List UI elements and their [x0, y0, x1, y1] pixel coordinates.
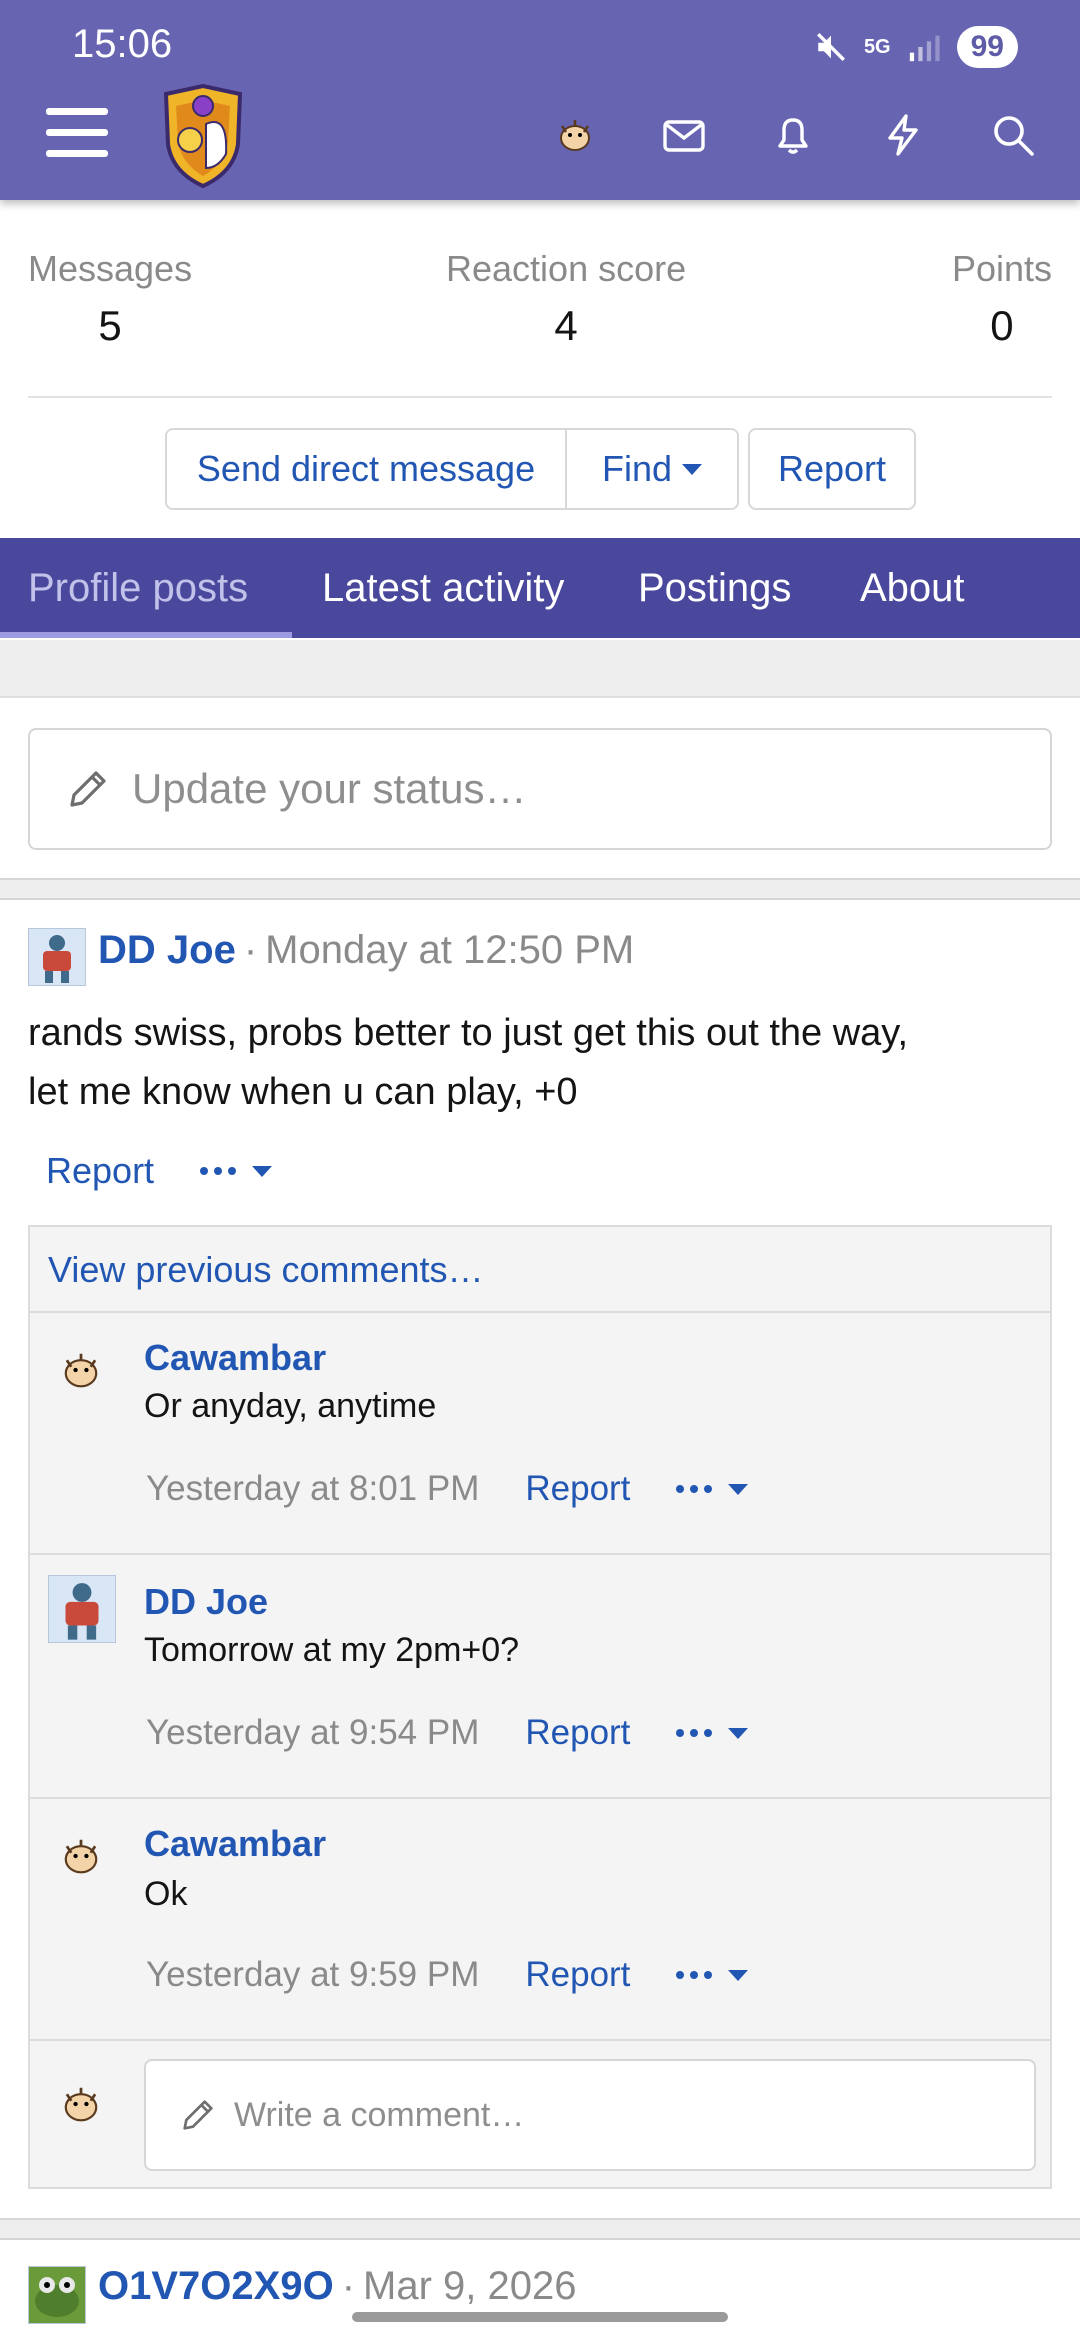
- comment-timestamp[interactable]: Yesterday at 9:54 PM: [146, 1713, 479, 1753]
- post-header: O1V7O2X9O · Mar 9, 2026: [98, 2264, 576, 2309]
- comment-placeholder: Write a comment…: [234, 2095, 525, 2134]
- stat-value: 0: [990, 302, 1014, 349]
- divider: [30, 1797, 1050, 1799]
- cawambar-avatar-icon[interactable]: [56, 1345, 106, 1395]
- comment-text: Or anyday, anytime: [144, 1387, 437, 1425]
- comment-footer: Yesterday at 9:54 PM Report: [146, 1713, 749, 1753]
- pencil-icon: [70, 771, 106, 807]
- post-actions: Report: [46, 1150, 273, 1192]
- section-spacer: [0, 640, 1080, 698]
- pencil-icon: [183, 2100, 213, 2130]
- find-label: Find: [601, 448, 673, 489]
- divider: [30, 1553, 1050, 1555]
- chevron-down-icon: [728, 1969, 749, 1981]
- post-body-line: rands swiss, probs better to just get th…: [28, 1012, 909, 1054]
- post-body-line: let me know when u can play, +0: [28, 1071, 578, 1113]
- comment-text: Ok: [144, 1875, 188, 1913]
- chevron-down-icon: [728, 1483, 749, 1495]
- mute-icon: [816, 33, 845, 61]
- comment-author-link[interactable]: Cawambar: [144, 1337, 326, 1379]
- more-options-button[interactable]: [676, 1483, 749, 1495]
- bell-icon[interactable]: [770, 112, 816, 158]
- post-report-link[interactable]: Report: [46, 1150, 154, 1192]
- current-user-avatar-icon: [64, 2087, 98, 2122]
- divider: [30, 2039, 1050, 2041]
- stat-messages[interactable]: Messages 5: [28, 248, 192, 350]
- lightning-icon[interactable]: [880, 112, 926, 158]
- site-logo[interactable]: [158, 84, 248, 188]
- comments-section: View previous comments… Cawambar Or anyd…: [28, 1225, 1052, 2189]
- more-options-button[interactable]: [676, 1727, 749, 1739]
- comment-timestamp[interactable]: Yesterday at 9:59 PM: [146, 1955, 479, 1995]
- post-author-link[interactable]: DD Joe: [98, 928, 236, 973]
- tab-postings[interactable]: Postings: [638, 538, 791, 638]
- dd-joe-avatar-icon: [43, 935, 71, 983]
- post-timestamp[interactable]: Mar 9, 2026: [363, 2264, 576, 2309]
- post-timestamp[interactable]: Monday at 12:50 PM: [265, 928, 634, 973]
- stat-value: 5: [98, 302, 122, 349]
- profile-tabs: Profile posts Latest activity Postings A…: [0, 538, 1080, 638]
- stat-value: 4: [554, 302, 578, 349]
- tab-latest-activity[interactable]: Latest activity: [322, 538, 564, 638]
- find-dropdown-button[interactable]: Find: [565, 430, 737, 508]
- stat-reaction-score[interactable]: Reaction score 4: [446, 248, 686, 350]
- stat-points[interactable]: Points 0: [952, 248, 1052, 350]
- signal-icon: [909, 35, 940, 62]
- post-header: DD Joe · Monday at 12:50 PM: [98, 928, 634, 973]
- dd-joe-avatar-icon: [65, 1583, 99, 1640]
- tab-profile-posts[interactable]: Profile posts: [28, 538, 248, 638]
- comment-author-link[interactable]: DD Joe: [144, 1581, 268, 1623]
- status-placeholder: Update your status…: [132, 765, 527, 812]
- comment-text: Tomorrow at my 2pm+0?: [144, 1631, 520, 1669]
- separator: ·: [243, 928, 258, 972]
- post-divider: [0, 878, 1080, 900]
- chevron-down-icon: [252, 1165, 273, 1177]
- view-previous-comments-link[interactable]: View previous comments…: [48, 1249, 484, 1291]
- write-comment-input[interactable]: Write a comment…: [144, 2059, 1036, 2171]
- avatar[interactable]: [28, 928, 86, 986]
- stat-label: Reaction score: [446, 248, 687, 289]
- update-status-input[interactable]: Update your status…: [28, 728, 1052, 850]
- search-icon[interactable]: [990, 112, 1036, 158]
- battery-level: 99: [956, 26, 1018, 68]
- chevron-down-icon: [682, 463, 703, 475]
- frog-avatar-icon: [35, 2277, 79, 2317]
- comment-report-link[interactable]: Report: [525, 1713, 630, 1753]
- home-indicator[interactable]: [352, 2312, 728, 2322]
- profile-stats: Messages 5 Reaction score 4 Points 0: [28, 248, 1052, 398]
- profile-action-group: Send direct message Find: [165, 428, 739, 510]
- send-direct-message-button[interactable]: Send direct message: [167, 430, 565, 508]
- more-options-button[interactable]: [200, 1165, 273, 1177]
- inbox-icon[interactable]: [661, 112, 707, 158]
- comment-footer: Yesterday at 8:01 PM Report: [146, 1469, 749, 1509]
- comment-author-link[interactable]: Cawambar: [144, 1823, 326, 1865]
- comment-report-link[interactable]: Report: [525, 1469, 630, 1509]
- divider: [30, 1311, 1050, 1313]
- active-tab-indicator: [0, 632, 292, 638]
- comment-report-link[interactable]: Report: [525, 1955, 630, 1995]
- network-label: 5G: [863, 35, 891, 58]
- cawambar-avatar-icon[interactable]: [56, 1831, 106, 1881]
- status-icons: 5G 99: [814, 26, 1018, 68]
- post-body: rands swiss, probs better to just get th…: [28, 1004, 1052, 1122]
- chevron-down-icon: [728, 1727, 749, 1739]
- post-divider: [0, 2218, 1080, 2240]
- avatar[interactable]: [48, 1575, 116, 1643]
- comment-footer: Yesterday at 9:59 PM Report: [146, 1955, 749, 1995]
- avatar[interactable]: [28, 2266, 86, 2324]
- post-author-link[interactable]: O1V7O2X9O: [98, 2264, 334, 2309]
- comment-timestamp[interactable]: Yesterday at 8:01 PM: [146, 1469, 479, 1509]
- report-profile-button[interactable]: Report: [748, 428, 916, 510]
- user-avatar-icon[interactable]: [552, 112, 598, 158]
- stat-label: Messages: [28, 248, 193, 289]
- tab-about[interactable]: About: [860, 538, 965, 638]
- stat-label: Points: [951, 248, 1052, 289]
- menu-button[interactable]: [46, 108, 108, 158]
- more-options-button[interactable]: [676, 1969, 749, 1981]
- separator: ·: [341, 2264, 356, 2308]
- app-header: 15:06 5G 99: [0, 0, 1080, 200]
- status-time: 15:06: [72, 22, 173, 66]
